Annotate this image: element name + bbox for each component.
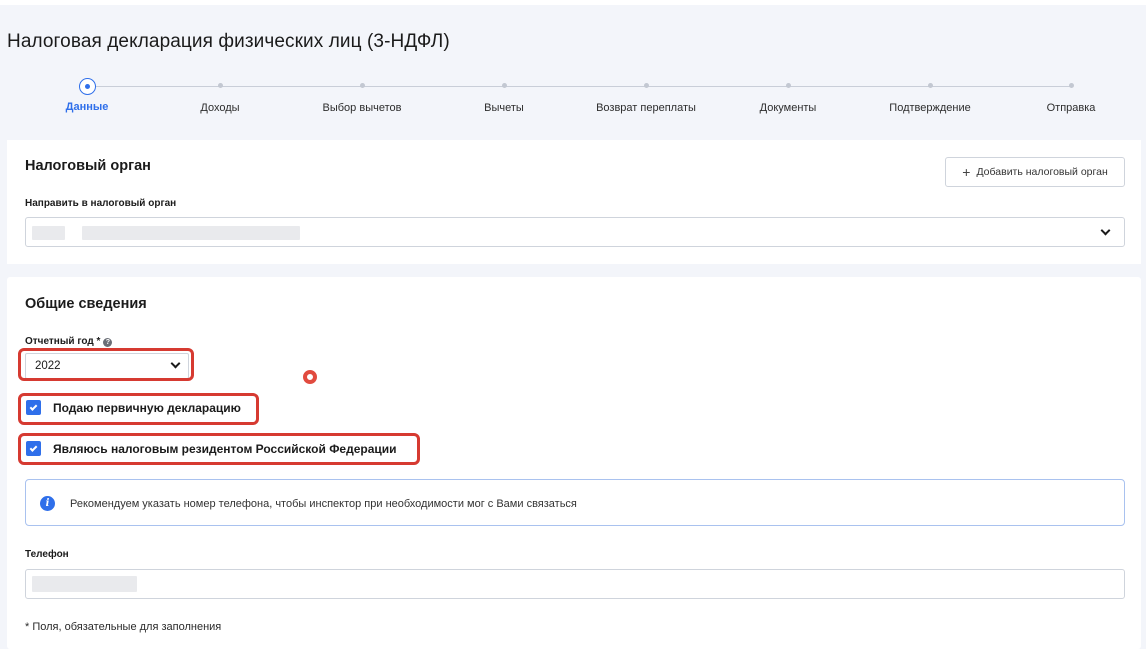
step-label: Подтверждение <box>889 102 971 114</box>
tax-office-card: Налоговый орган + Добавить налоговый орг… <box>7 140 1141 264</box>
step-dot-icon <box>501 83 507 88</box>
step-documents[interactable]: Документы <box>718 76 858 114</box>
step-label: Возврат переплаты <box>596 102 696 114</box>
top-strip <box>0 0 1146 5</box>
declaration-page: Налоговая декларация физических лиц (3-Н… <box>0 0 1146 649</box>
step-sending[interactable]: Отправка <box>1001 76 1141 114</box>
year-label-text: Отчетный год * <box>25 336 101 347</box>
step-label: Отправка <box>1046 102 1096 114</box>
tax-office-field-label: Направить в налоговый орган <box>25 198 177 209</box>
plus-icon: + <box>962 164 971 180</box>
checkbox-checked-icon <box>26 441 41 456</box>
primary-declaration-label: Подаю первичную декларацию <box>53 400 241 415</box>
general-info-card: Общие сведения Отчетный год *? 2022 Пода… <box>7 277 1141 649</box>
tax-office-select[interactable] <box>25 217 1125 247</box>
help-icon[interactable]: ? <box>103 338 113 347</box>
primary-declaration-checkbox[interactable]: Подаю первичную декларацию <box>26 400 241 415</box>
required-fields-footnote: * Поля, обязательные для заполнения <box>25 621 222 633</box>
step-refund[interactable]: Возврат переплаты <box>576 76 716 114</box>
page-title: Налоговая декларация физических лиц (3-Н… <box>7 31 450 52</box>
stepper: Данные Доходы Выбор вычетов Вычеты Возвр… <box>0 76 1146 120</box>
step-dot-icon <box>359 83 365 88</box>
info-text: Рекомендуем указать номер телефона, чтоб… <box>70 498 577 510</box>
step-dot-icon <box>217 83 223 88</box>
year-select[interactable]: 2022 <box>25 353 189 379</box>
tax-resident-checkbox[interactable]: Являюсь налоговым резидентом Российской … <box>26 441 397 456</box>
step-dot-icon <box>927 83 933 88</box>
step-confirmation[interactable]: Подтверждение <box>860 76 1000 114</box>
chevron-down-icon <box>1100 225 1111 236</box>
step-dot-icon <box>1068 83 1074 88</box>
step-deductions[interactable]: Вычеты <box>434 76 574 114</box>
redacted-value <box>32 226 65 240</box>
step-income[interactable]: Доходы <box>150 76 290 114</box>
step-label: Вычеты <box>484 102 524 114</box>
phone-input[interactable] <box>25 569 1125 599</box>
tax-resident-label: Являюсь налоговым резидентом Российской … <box>53 441 397 456</box>
phone-label: Телефон <box>25 549 69 560</box>
checkbox-checked-icon <box>26 400 41 415</box>
step-label: Документы <box>759 102 817 114</box>
info-icon: i <box>40 496 55 511</box>
year-label: Отчетный год *? <box>25 336 113 347</box>
step-active-dot-icon <box>78 78 96 95</box>
tax-office-title: Налоговый орган <box>25 158 151 174</box>
redacted-value <box>82 226 300 240</box>
info-box: i Рекомендуем указать номер телефона, чт… <box>25 479 1125 526</box>
step-dot-icon <box>643 83 649 88</box>
general-info-title: Общие сведения <box>25 296 147 312</box>
step-deduction-choice[interactable]: Выбор вычетов <box>292 76 432 114</box>
step-dot-icon <box>785 83 791 88</box>
add-tax-office-button[interactable]: + Добавить налоговый орган <box>945 157 1125 187</box>
cursor-marker-icon <box>303 370 317 384</box>
step-label: Выбор вычетов <box>322 102 402 114</box>
redacted-value <box>32 576 137 592</box>
step-data[interactable]: Данные <box>17 76 157 113</box>
step-label: Данные <box>65 101 109 113</box>
year-value: 2022 <box>35 360 61 372</box>
add-tax-office-label: Добавить налоговый орган <box>976 166 1108 178</box>
chevron-down-icon <box>170 358 181 369</box>
step-label: Доходы <box>200 102 240 114</box>
